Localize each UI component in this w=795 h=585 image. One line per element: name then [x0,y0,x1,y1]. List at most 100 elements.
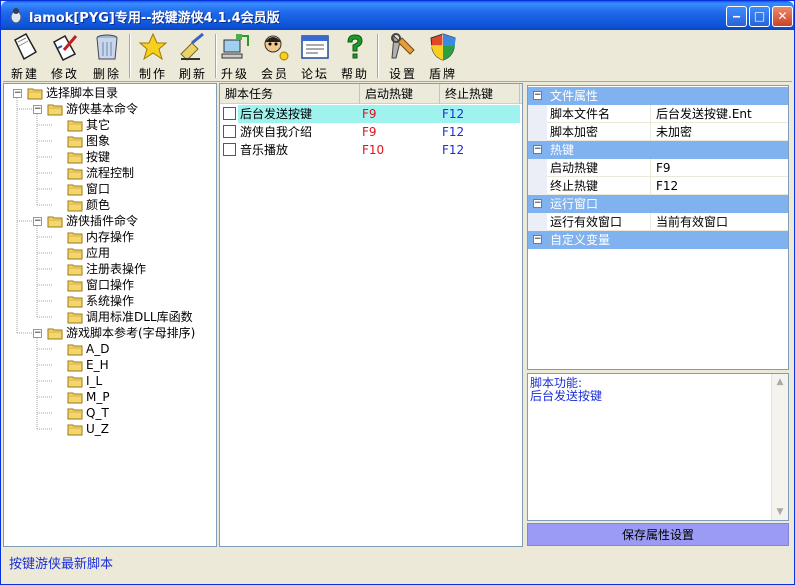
property-value[interactable]: 当前有效窗口 [652,213,788,231]
title-bar[interactable]: lamok[PYG]专用--按键游侠4.1.4会员版 ‒ □ ✕ [1,1,794,30]
create-button[interactable]: 制作 [133,32,173,81]
property-grid[interactable]: − 文件属性 脚本文件名 后台发送按键.Ent 脚本加密 未加密 − 热键 启动热键 F9 终止热键… [527,85,789,370]
collapse-icon[interactable]: − [33,105,42,114]
tree-item[interactable]: 窗口操作 [4,277,216,293]
task-row[interactable]: 游侠自我介绍 F9 F12 [220,123,522,141]
script-task-list[interactable]: 脚本任务 启动热键 终止热键 后台发送按键 F9 F12 游侠自我介绍 F9 F12 音乐播… [219,83,523,547]
property-category-label: 自定义变量 [550,233,611,247]
task-checkbox[interactable] [223,143,236,156]
folder-icon [67,119,83,132]
tree-item[interactable]: 内存操作 [4,229,216,245]
refresh-button[interactable]: 刷新 [173,32,213,81]
script-description-box[interactable]: 脚本功能: 后台发送按键 ▲ ▼ [527,373,789,521]
tree-item[interactable]: I_L [4,373,216,389]
tree-item[interactable]: 调用标准DLL库函数 [4,309,216,325]
toolbar-separator [129,34,131,78]
tree-item[interactable]: 系统操作 [4,293,216,309]
property-category[interactable]: − 自定义变量 [528,231,788,249]
property-row[interactable]: 启动热键 F9 [528,159,788,177]
collapse-icon[interactable]: − [33,329,42,338]
shield-button[interactable]: 盾牌 [423,32,463,81]
tree-item[interactable]: A_D [4,341,216,357]
property-value[interactable]: 未加密 [652,123,788,141]
collapse-icon[interactable]: − [533,145,542,154]
tree-item[interactable]: 窗口 [4,181,216,197]
tree-item[interactable]: E_H [4,357,216,373]
property-value[interactable]: 后台发送按键.Ent [652,105,788,123]
delete-button[interactable]: 删除 [87,32,127,81]
save-properties-button[interactable]: 保存属性设置 [527,523,789,546]
collapse-icon[interactable]: − [533,91,542,100]
tree-item[interactable]: 颜色 [4,197,216,213]
status-link[interactable]: 按键游侠最新脚本 [9,553,113,572]
property-row[interactable]: 脚本加密 未加密 [528,123,788,141]
tree-item[interactable]: M_P [4,389,216,405]
tree-item[interactable]: 应用 [4,245,216,261]
help-question-icon [347,34,363,59]
column-start-hotkey[interactable]: 启动热键 [360,84,440,104]
property-value[interactable]: F12 [652,177,788,195]
scroll-down-arrow-icon[interactable]: ▼ [772,504,788,520]
window-title: lamok[PYG]专用--按键游侠4.1.4会员版 [29,11,280,26]
property-row[interactable]: 运行有效窗口 当前有效窗口 [528,213,788,231]
folder-icon [67,231,83,244]
property-category[interactable]: − 文件属性 [528,87,788,105]
property-row[interactable]: 终止热键 F12 [528,177,788,195]
property-category-label: 热键 [550,143,575,157]
tree-item[interactable]: U_Z [4,421,216,437]
task-name: 后台发送按键 [240,107,313,121]
property-row[interactable]: 脚本文件名 后台发送按键.Ent [528,105,788,123]
column-script-task[interactable]: 脚本任务 [220,84,360,104]
shield-label: 盾牌 [428,67,457,81]
member-button[interactable]: 会员 [255,32,295,81]
column-stop-hotkey[interactable]: 终止热键 [440,84,520,104]
new-button[interactable]: 新建 [5,32,45,81]
help-button[interactable]: 帮助 [335,32,375,81]
property-value[interactable]: F9 [652,159,788,177]
stop-hotkey-cell: F12 [442,125,465,139]
collapse-icon[interactable]: − [33,217,42,226]
folder-icon [67,343,83,356]
task-row[interactable]: 后台发送按键 F9 F12 [220,105,522,123]
property-name: 脚本加密 [548,123,651,141]
tree-item-label: Q_T [86,406,109,420]
upgrade-button[interactable]: 升级 [215,32,255,81]
maximize-button[interactable]: □ [749,6,770,27]
collapse-icon[interactable]: − [533,235,542,244]
tree-item-label: 图象 [86,134,111,148]
task-row[interactable]: 音乐播放 F10 F12 [220,141,522,159]
tree-root[interactable]: − 选择脚本目录 [4,85,216,101]
scroll-up-arrow-icon[interactable]: ▲ [772,374,788,390]
property-gutter [528,105,547,123]
tree-group[interactable]: − 游侠基本命令 [4,101,216,117]
tree-item[interactable]: 流程控制 [4,165,216,181]
property-category[interactable]: − 热键 [528,141,788,159]
property-name: 启动热键 [548,159,651,177]
tree-item[interactable]: 注册表操作 [4,261,216,277]
close-button[interactable]: ✕ [772,6,793,27]
settings-button[interactable]: 设置 [383,32,423,81]
forum-label: 论坛 [300,67,329,81]
forum-button[interactable]: 论坛 [295,32,335,81]
property-category[interactable]: − 运行窗口 [528,195,788,213]
minimize-button[interactable]: ‒ [726,6,747,27]
tree-item[interactable]: 按键 [4,149,216,165]
folder-icon [67,279,83,292]
task-checkbox[interactable] [223,125,236,138]
trash-bin-icon [96,34,118,60]
edit-button[interactable]: 修改 [45,32,85,81]
collapse-icon[interactable]: − [13,89,22,98]
description-scrollbar[interactable]: ▲ ▼ [771,374,788,520]
tree-item[interactable]: 图象 [4,133,216,149]
tree-group[interactable]: − 游戏脚本参考(字母排序) [4,325,216,341]
folder-icon [67,295,83,308]
script-directory-tree[interactable]: − 选择脚本目录 − 游侠基本命令 其它 图象 按键 流程控制 窗口 颜色 − 游侠插件命令 内存操作应… [3,83,217,547]
folder-icon [67,183,83,196]
tree-item[interactable]: 其它 [4,117,216,133]
tree-item[interactable]: Q_T [4,405,216,421]
task-name-cell: 后台发送按键 [238,105,520,123]
collapse-icon[interactable]: − [533,199,542,208]
tree-group[interactable]: − 游侠插件命令 [4,213,216,229]
task-checkbox[interactable] [223,107,236,120]
description-title: 脚本功能: [530,376,583,390]
